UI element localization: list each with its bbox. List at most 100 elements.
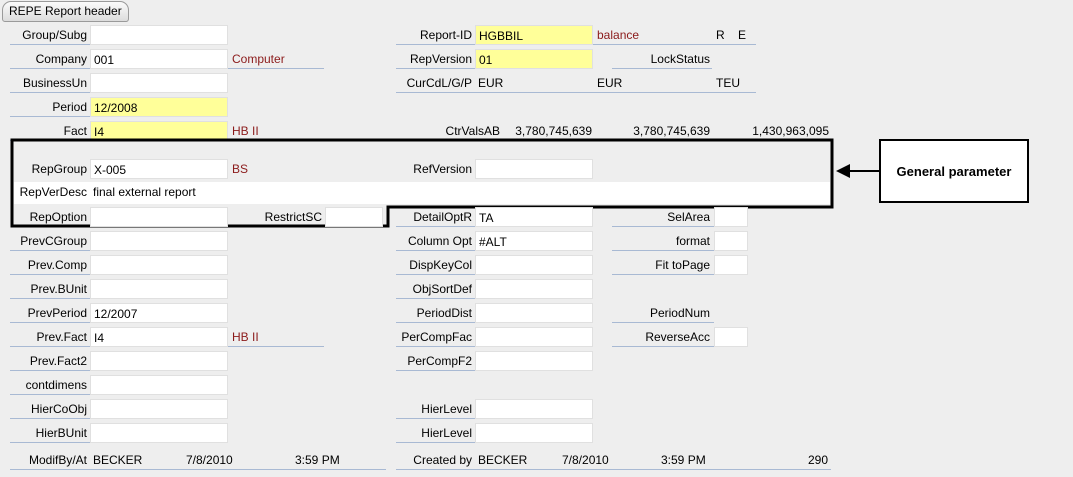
rep-option-label: RepOption [29, 210, 87, 224]
label-underline [396, 322, 476, 323]
report-id-input[interactable]: HGBBIL [475, 25, 593, 45]
label-underline [10, 250, 90, 251]
rep-group-description: BS [232, 162, 249, 176]
rep-group-label: RepGroup [31, 162, 87, 176]
hier-co-obj-input[interactable] [90, 399, 228, 419]
value-underline [90, 469, 386, 470]
hier-level-1-label: HierLevel [421, 402, 472, 416]
detail-optr-label: DetailOptR [413, 210, 472, 224]
prev-fact2-input[interactable] [90, 351, 228, 371]
hier-bunit-input[interactable] [90, 423, 228, 443]
created-by-user: BECKER [478, 453, 528, 467]
obj-sort-def-input[interactable] [475, 279, 593, 299]
restrict-sc-input[interactable] [325, 207, 383, 227]
rep-version-input[interactable]: 01 [475, 49, 593, 69]
detail-optr-input[interactable]: TA [475, 207, 593, 227]
label-underline [612, 68, 712, 69]
callout-arrow-icon [836, 164, 850, 178]
per-comp-fac-label: PerCompFac [401, 330, 472, 344]
label-underline [396, 226, 476, 227]
label-underline [612, 322, 714, 323]
reverse-acc-label: ReverseAcc [645, 330, 710, 344]
label-underline [396, 44, 476, 45]
reverse-acc-input[interactable] [714, 327, 748, 347]
prev-cgroup-input[interactable] [90, 231, 228, 251]
prev-bunit-input[interactable] [90, 279, 228, 299]
label-underline [612, 226, 714, 227]
disp-key-col-label: DispKeyCol [409, 258, 472, 272]
rep-ver-desc-label: RepVerDesc [19, 185, 87, 199]
desc-underline [228, 346, 324, 347]
ctr-value-2: 3,780,745,639 [633, 124, 710, 138]
report-id-label: Report-ID [419, 28, 472, 42]
general-parameter-callout: General parameter [879, 139, 1029, 203]
label-underline [10, 418, 90, 419]
currency-presentation: TEU [716, 76, 740, 90]
currency-group: EUR [597, 76, 623, 90]
ref-version-input[interactable] [475, 159, 593, 179]
label-underline [396, 274, 476, 275]
format-input[interactable] [714, 231, 748, 251]
label-underline [10, 394, 90, 395]
sel-area-label: SelArea [667, 210, 710, 224]
created-time: 3:59 PM [661, 453, 706, 467]
rep-option-input[interactable] [90, 207, 228, 227]
prev-comp-label: Prev.Comp [27, 258, 87, 272]
disp-key-col-input[interactable] [475, 255, 593, 275]
value-underline [475, 469, 831, 470]
created-date: 7/8/2010 [562, 453, 609, 467]
value-underline [475, 92, 756, 93]
report-flag-e: E [738, 28, 747, 42]
period-dist-input[interactable] [475, 303, 593, 323]
prev-period-input[interactable]: 12/2007 [90, 303, 228, 323]
rep-group-input[interactable]: X-005 [90, 159, 228, 179]
hier-co-obj-label: HierCoObj [30, 402, 87, 416]
hier-level-1-input[interactable] [475, 399, 593, 419]
modified-date: 7/8/2010 [186, 453, 233, 467]
created-by-label: Created by [413, 453, 472, 467]
obj-sort-def-label: ObjSortDef [412, 282, 472, 296]
period-num-label: PeriodNum [649, 306, 710, 320]
label-underline [10, 322, 90, 323]
desc-underline [593, 44, 756, 45]
label-underline [10, 274, 90, 275]
modified-label: ModifBy/At [28, 453, 87, 467]
label-underline [10, 346, 90, 347]
rep-version-label: RepVersion [409, 52, 472, 66]
label-underline [10, 370, 90, 371]
label-underline [10, 442, 90, 443]
prev-period-label: PrevPeriod [27, 306, 87, 320]
callout-text: General parameter [896, 163, 1012, 179]
currency-label: CurCdL/G/P [406, 76, 472, 90]
currency-local: EUR [478, 76, 504, 90]
label-underline [396, 92, 476, 93]
label-underline [396, 68, 476, 69]
prev-bunit-label: Prev.BUnit [30, 282, 87, 296]
fit-to-page-input[interactable] [714, 255, 748, 275]
prev-fact-input[interactable]: I4 [90, 327, 228, 347]
format-label: format [675, 234, 710, 248]
hier-level-2-input[interactable] [475, 423, 593, 443]
report-flag-r: R [716, 28, 725, 42]
per-comp-f2-label: PerCompF2 [407, 354, 472, 368]
rep-ver-desc-input[interactable]: final external report [93, 182, 196, 202]
per-comp-fac-input[interactable] [475, 327, 593, 347]
column-opt-label: Column Opt [407, 234, 472, 248]
contdimens-input[interactable] [90, 375, 228, 395]
prev-comp-input[interactable] [90, 255, 228, 275]
ctr-value-3: 1,430,963,095 [752, 124, 829, 138]
column-opt-input[interactable]: #ALT [475, 231, 593, 251]
label-underline [612, 274, 714, 275]
restrict-sc-label: RestrictSC [264, 210, 322, 224]
label-underline [396, 469, 476, 470]
ref-version-label: RefVersion [413, 162, 472, 176]
fit-to-page-label: Fit toPage [655, 258, 710, 272]
label-underline [396, 298, 476, 299]
per-comp-f2-input[interactable] [475, 351, 593, 371]
label-underline [612, 250, 714, 251]
prev-fact2-label: Prev.Fact2 [29, 354, 87, 368]
sel-area-input[interactable] [714, 207, 748, 227]
hier-bunit-label: HierBUnit [35, 426, 87, 440]
label-underline [396, 370, 476, 371]
period-dist-label: PeriodDist [416, 306, 472, 320]
